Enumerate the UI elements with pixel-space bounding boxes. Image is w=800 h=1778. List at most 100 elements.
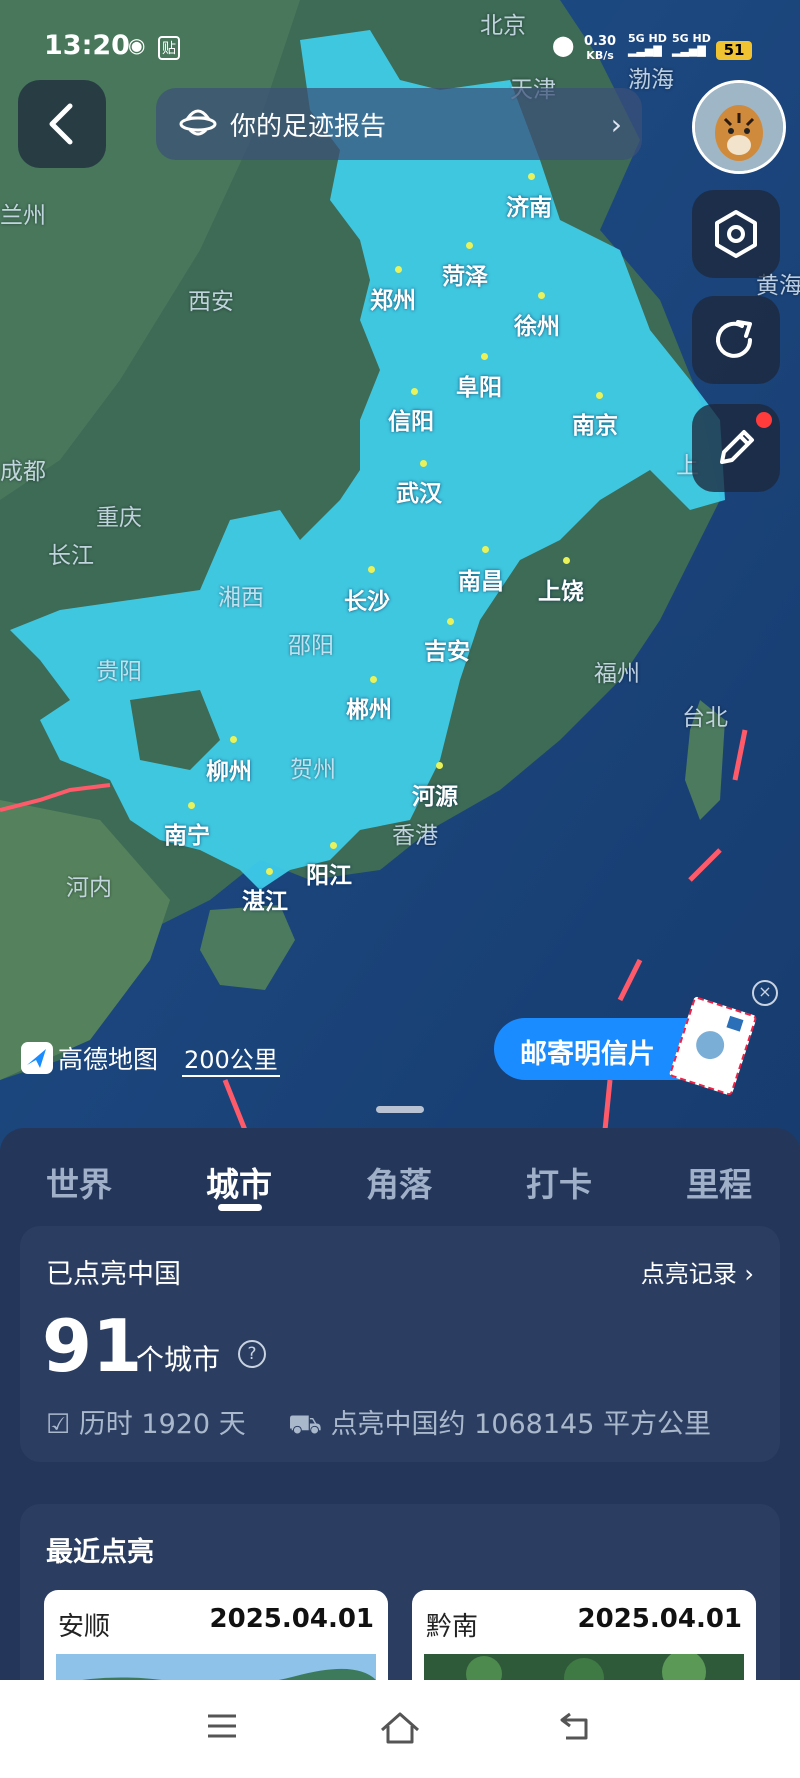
map-scale: 200公里: [182, 1040, 280, 1077]
tiger-avatar-image: [695, 83, 783, 171]
avatar[interactable]: [692, 80, 786, 174]
back-button[interactable]: [18, 80, 106, 168]
home-icon[interactable]: [378, 1708, 422, 1748]
city-label-wuhan[interactable]: 武汉: [396, 474, 442, 508]
map-label-taipei: 台北: [682, 705, 728, 731]
chevron-right-icon: ›: [610, 108, 622, 141]
map-background: [0, 0, 800, 1150]
city-dot: [436, 762, 443, 769]
city-label-shangrao[interactable]: 上饶: [538, 572, 584, 606]
tab-mileage[interactable]: 里程: [686, 1158, 752, 1206]
city-dot: [368, 566, 375, 573]
city-label-changsha[interactable]: 长沙: [344, 582, 390, 616]
city-dot: [482, 546, 489, 553]
active-tab-indicator: [218, 1204, 262, 1211]
weibo-icon: ◉: [128, 33, 146, 57]
recent-lit-card: 最近点亮 安顺 2025.04.01 黔南 2025.04.01: [20, 1504, 780, 1710]
city-count: 91: [42, 1304, 143, 1388]
hexagon-settings-icon: [715, 210, 757, 258]
tab-bar: 世界 城市 角落 打卡 里程: [0, 1150, 800, 1220]
notification-dot: [756, 412, 772, 428]
city-label-fuyang[interactable]: 阜阳: [456, 368, 502, 402]
help-icon[interactable]: ?: [238, 1340, 266, 1368]
recent-item-name: 安顺: [58, 1612, 111, 1642]
city-label-hezhou[interactable]: 贺州: [290, 750, 336, 784]
recent-item-date: 2025.04.01: [209, 1604, 374, 1634]
tab-world[interactable]: 世界: [46, 1158, 112, 1206]
tab-checkin[interactable]: 打卡: [526, 1158, 592, 1206]
city-label-jinan[interactable]: 济南: [506, 188, 552, 222]
map-label-chongqing: 重庆: [96, 505, 142, 531]
battery-indicator: 51: [716, 41, 752, 60]
share-icon: [716, 320, 752, 358]
close-postcard-icon[interactable]: ×: [752, 980, 778, 1006]
recent-item-name: 黔南: [426, 1612, 479, 1642]
city-count-unit: 个城市: [136, 1343, 221, 1376]
recent-item-date: 2025.04.01: [577, 1604, 742, 1634]
menu-icon[interactable]: [204, 1708, 240, 1744]
city-dot: [411, 388, 418, 395]
map-label-lanzhou: 兰州: [0, 203, 46, 229]
sheet-drag-handle[interactable]: [376, 1106, 424, 1113]
city-dot: [596, 392, 603, 399]
car-icon: ⛟: [288, 1409, 322, 1440]
city-label-jian[interactable]: 吉安: [424, 632, 470, 666]
tab-corner[interactable]: 角落: [366, 1158, 432, 1206]
city-label-heyuan[interactable]: 河源: [412, 777, 458, 811]
city-dot: [447, 618, 454, 625]
location-icon: ⬤: [552, 33, 575, 57]
chevron-left-icon: [49, 103, 73, 145]
network-speed: 0.30 KB/s: [584, 34, 617, 63]
edit-button[interactable]: [692, 404, 780, 492]
city-dot: [563, 557, 570, 564]
footprint-report-banner[interactable]: 你的足迹报告 ›: [156, 88, 642, 160]
city-label-nanchang[interactable]: 南昌: [458, 562, 504, 596]
postcard-label: 邮寄明信片: [520, 1039, 655, 1070]
signal-2: 5G HD ▂▃▅▇: [672, 32, 711, 57]
city-dot: [466, 242, 473, 249]
signal-1: 5G HD ▂▃▅▇: [628, 32, 667, 57]
city-label-nanjing[interactable]: 南京: [572, 406, 618, 440]
status-time: 13:20: [44, 30, 130, 61]
tieba-icon: 贴: [158, 36, 180, 60]
city-dot: [395, 266, 402, 273]
light-record-link[interactable]: 点亮记录 ›: [641, 1254, 754, 1289]
map-label-changjiang: 长江: [48, 543, 94, 569]
city-label-heze[interactable]: 菏泽: [442, 257, 488, 291]
banner-label: 你的足迹报告: [230, 112, 387, 142]
city-dot: [538, 292, 545, 299]
city-label-nanning[interactable]: 南宁: [164, 816, 210, 850]
map-label-hongkong: 香港: [392, 823, 438, 849]
city-label-shaoyang[interactable]: 邵阳: [288, 626, 334, 660]
system-nav-bar: [0, 1680, 800, 1778]
city-label-yangjiang[interactable]: 阳江: [306, 856, 352, 890]
city-label-xiangxi[interactable]: 湘西: [218, 578, 264, 612]
postcard-button[interactable]: 邮寄明信片: [494, 995, 758, 1097]
city-label-guiyang[interactable]: 贵阳: [96, 652, 142, 686]
duration-stat: ☑ 历时 1920 天: [46, 1409, 246, 1440]
share-button[interactable]: [692, 296, 780, 384]
city-dot: [266, 868, 273, 875]
explorer-hat-icon: [179, 109, 217, 136]
map-label-chengdu: 成都: [0, 459, 46, 485]
settings-button[interactable]: [692, 190, 780, 278]
city-dot: [370, 676, 377, 683]
calendar-check-icon: ☑: [46, 1409, 71, 1440]
map-label-hanoi: 河内: [66, 875, 112, 901]
back-nav-icon[interactable]: [556, 1708, 596, 1744]
city-dot: [420, 460, 427, 467]
recent-title: 最近点亮: [46, 1537, 154, 1568]
map-view[interactable]: 济南 菏泽 郑州 徐州 阜阳 信阳 南京 武汉 湘西 长沙 南昌 上饶 邵阳 吉…: [0, 0, 800, 1150]
city-label-zhanjiang[interactable]: 湛江: [242, 882, 288, 916]
city-label-chenzhou[interactable]: 郴州: [346, 690, 392, 724]
amap-logo: 高德地图: [20, 1040, 158, 1076]
city-label-xinyang[interactable]: 信阳: [388, 402, 434, 436]
tab-city[interactable]: 城市: [206, 1158, 272, 1206]
city-label-xuzhou[interactable]: 徐州: [514, 307, 560, 341]
pencil-icon: [720, 430, 754, 464]
city-label-zhengzhou[interactable]: 郑州: [370, 281, 416, 315]
city-label-liuzhou[interactable]: 柳州: [206, 752, 252, 786]
city-dot: [230, 736, 237, 743]
map-label-fuzhou: 福州: [594, 661, 640, 687]
city-dot: [330, 842, 337, 849]
